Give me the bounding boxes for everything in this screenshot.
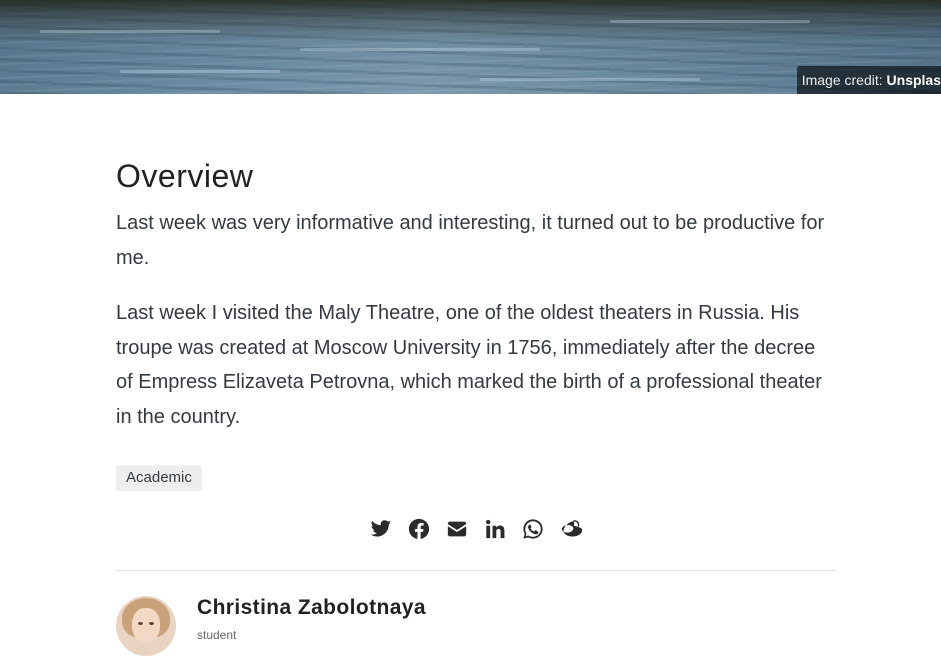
section-heading: Overview: [116, 158, 254, 194]
author-name[interactable]: Christina Zabolotnaya: [197, 596, 426, 620]
image-credit: Image credit: Unsplas: [796, 66, 941, 94]
paragraph: Last week I visited the Maly Theatre, on…: [116, 302, 822, 428]
image-credit-link[interactable]: Unsplas: [887, 72, 941, 88]
tag-academic[interactable]: Academic: [116, 465, 202, 491]
weibo-icon[interactable]: [559, 516, 583, 542]
paragraph: Last week was very informative and inter…: [116, 212, 825, 269]
hero-image: Image credit: Unsplas: [0, 0, 941, 94]
share-bar: [369, 516, 583, 542]
image-credit-prefix: Image credit:: [801, 72, 887, 88]
whatsapp-icon[interactable]: [521, 516, 545, 542]
author-role: student: [197, 628, 237, 642]
facebook-icon[interactable]: [407, 516, 431, 542]
article-body: Overview Last week was very informative …: [116, 148, 836, 491]
author-avatar[interactable]: [116, 596, 176, 656]
linkedin-icon[interactable]: [483, 516, 507, 542]
email-icon[interactable]: [445, 516, 469, 542]
divider: [116, 570, 836, 571]
twitter-icon[interactable]: [369, 516, 393, 542]
